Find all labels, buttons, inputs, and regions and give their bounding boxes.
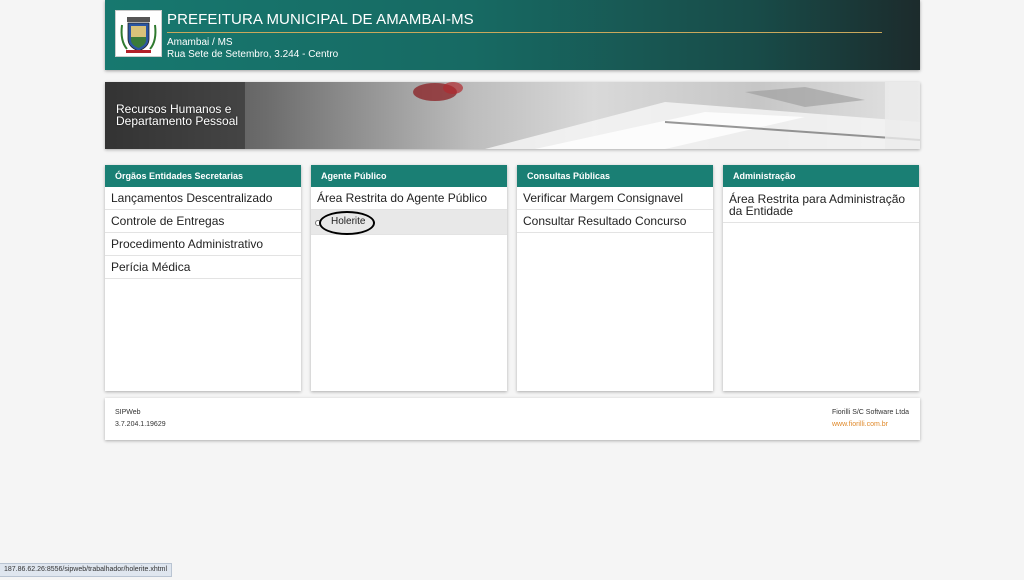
card-administracao: Administração Área Restrita para Adminis… [723, 165, 919, 391]
company-website-link[interactable]: www.fiorilli.com.br [832, 421, 888, 428]
header-divider [167, 32, 882, 33]
card-title: Agente Público [311, 165, 507, 187]
menu-item-area-restrita-administracao[interactable]: Área Restrita para Administração da Enti… [723, 187, 919, 223]
card-orgaos: Órgãos Entidades Secretarias Lançamentos… [105, 165, 301, 391]
banner-line-2: Departamento Pessoal [116, 114, 239, 128]
menu-item-area-restrita-agente[interactable]: Área Restrita do Agente Público [311, 187, 507, 210]
card-agente-publico: Agente Público Área Restrita do Agente P… [311, 165, 507, 391]
page-header: PREFEITURA MUNICIPAL DE AMAMBAI-MS Amamb… [105, 0, 920, 70]
browser-status-url: 187.86.62.26:8556/sipweb/trabalhador/hol… [0, 563, 173, 577]
menu-item-lancamentos[interactable]: Lançamentos Descentralizado [105, 187, 301, 210]
app-version: 3.7.204.1.19629 [115, 421, 166, 428]
header-address: Rua Sete de Setembro, 3.244 - Centro [167, 49, 339, 60]
card-title: Consultas Públicas [517, 165, 713, 187]
app-name: SIPWeb [115, 409, 141, 416]
section-banner: Recursos Humanos e Departamento Pessoal [105, 82, 920, 149]
card-title: Administração [723, 165, 919, 187]
page-footer: SIPWeb 3.7.204.1.19629 Fiorilli S/C Soft… [105, 398, 920, 440]
bullet-icon [315, 220, 321, 226]
site-title: PREFEITURA MUNICIPAL DE AMAMBAI-MS [167, 11, 474, 28]
company-name: Fiorilli S/C Software Ltda [831, 409, 909, 416]
submenu-item-holerite[interactable]: Holerite [311, 210, 507, 235]
holerite-label: Holerite [331, 216, 366, 227]
header-city: Amambai / MS [167, 37, 233, 48]
card-title: Órgãos Entidades Secretarias [105, 165, 301, 187]
banner-heading: Recursos Humanos e Departamento Pessoal [116, 103, 238, 127]
menu-item-controle-entregas[interactable]: Controle de Entregas [105, 210, 301, 233]
menu-item-verificar-margem[interactable]: Verificar Margem Consignavel [517, 187, 713, 210]
menu-item-pericia-medica[interactable]: Perícia Médica [105, 256, 301, 279]
menu-item-resultado-concurso[interactable]: Consultar Resultado Concurso [517, 210, 713, 233]
card-consultas-publicas: Consultas Públicas Verificar Margem Cons… [517, 165, 713, 391]
menu-item-procedimento-administrativo[interactable]: Procedimento Administrativo [105, 233, 301, 256]
municipal-crest-icon [115, 10, 162, 57]
